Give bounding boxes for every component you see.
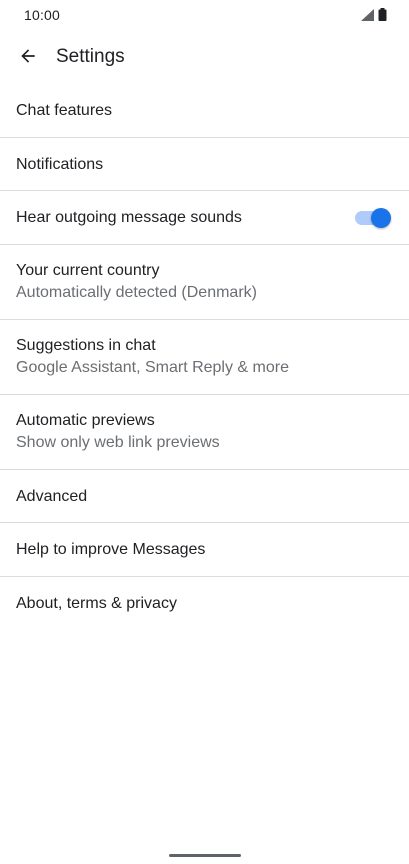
battery-icon [378,8,387,21]
settings-item-help-improve[interactable]: Help to improve Messages [0,523,409,577]
status-bar: 10:00 [0,0,409,30]
arrow-back-icon [21,49,35,63]
back-button[interactable] [10,38,46,74]
settings-item-label: About, terms & privacy [16,594,177,612]
settings-item-label: Suggestions in chat [16,336,156,354]
settings-item-label: Chat features [16,102,113,119]
toggle-thumb [371,208,391,228]
settings-item-automatic-previews[interactable]: Automatic previews Show only web link pr… [0,395,409,470]
outgoing-sounds-toggle[interactable] [355,208,391,228]
settings-item-label: Advanced [16,487,88,505]
settings-item-suggestions[interactable]: Suggestions in chat Google Assistant, Sm… [0,320,409,395]
settings-item-label: Help to improve Messages [16,541,206,558]
status-time: 10:00 [24,7,61,23]
settings-item-advanced[interactable]: Advanced [0,470,409,523]
settings-item-about[interactable]: About, terms & privacy [0,577,409,631]
page-title: Settings [56,46,125,67]
app-bar: Settings [0,30,409,82]
settings-item-label: Notifications [16,155,104,173]
status-icons [361,8,387,21]
settings-item-chat-features[interactable]: Chat features [0,84,409,138]
signal-icon [361,8,374,21]
settings-item-label: Your current country [16,261,160,279]
settings-list: Chat features Notifications Hear outgoin… [0,84,409,630]
settings-item-outgoing-sounds[interactable]: Hear outgoing message sounds [0,191,409,245]
settings-item-summary: Show only web link previews [16,433,220,451]
home-indicator[interactable] [169,854,241,857]
settings-item-label: Automatic previews [16,411,155,429]
settings-item-summary: Automatically detected (Denmark) [16,283,257,301]
settings-item-summary: Google Assistant, Smart Reply & more [16,358,289,376]
settings-item-current-country[interactable]: Your current country Automatically detec… [0,245,409,320]
settings-item-label: Hear outgoing message sounds [16,209,242,226]
settings-item-notifications[interactable]: Notifications [0,138,409,191]
